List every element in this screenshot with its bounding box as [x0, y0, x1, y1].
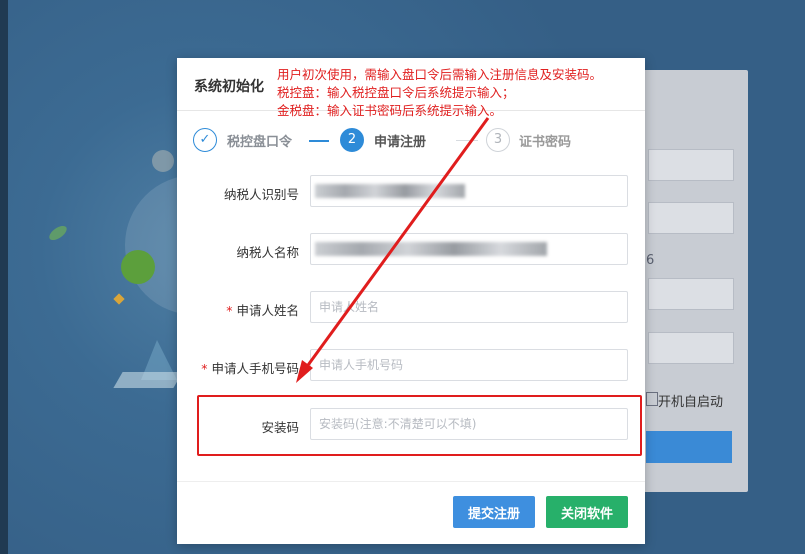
step-connector: [309, 140, 329, 142]
book-decoration: [113, 372, 183, 388]
step-indicator: ✓ 税控盘口令 2 申请注册 3 证书密码: [193, 128, 633, 158]
applicant-phone-input[interactable]: [310, 349, 628, 381]
applicant-name-label-text: 申请人姓名: [236, 303, 299, 318]
check-icon: ✓: [193, 128, 217, 152]
step-connector: [456, 140, 478, 141]
dialog-footer: 提交注册 关闭软件: [177, 481, 645, 545]
step-label-cert-password: 证书密码: [519, 135, 572, 150]
autostart-checkbox[interactable]: [646, 392, 658, 406]
background-text: 6: [646, 253, 655, 268]
system-init-dialog: 系统初始化 用户初次使用，需输入盘口令后需输入注册信息及安装码。 税控盘：输入税…: [177, 58, 645, 544]
background-input: [648, 278, 734, 310]
applicant-name-input[interactable]: [310, 291, 628, 323]
required-mark: *: [226, 303, 233, 318]
annotation-note: 用户初次使用，需输入盘口令后需输入注册信息及安装码。 税控盘：输入税控盘口令后系…: [277, 66, 602, 120]
background-input: [648, 332, 734, 364]
background-input: [648, 149, 734, 181]
annotation-highlight-box: [197, 395, 642, 456]
redacted-value: [315, 184, 465, 198]
window-edge: [0, 0, 8, 554]
submit-registration-button[interactable]: 提交注册: [453, 496, 535, 528]
money-bag-icon: [121, 250, 155, 284]
redacted-value: [315, 242, 547, 256]
step-number-2: 2: [340, 128, 364, 152]
annotation-line: 税控盘：输入税控盘口令后系统提示输入；: [277, 85, 515, 100]
step-number-3: 3: [486, 128, 510, 152]
close-software-button[interactable]: 关闭软件: [546, 496, 628, 528]
taxpayer-name-label: 纳税人名称: [236, 245, 299, 260]
dialog-title: 系统初始化: [194, 79, 264, 95]
taxpayer-name-row: 纳税人名称: [177, 233, 645, 267]
applicant-phone-label-text: 申请人手机号码: [211, 361, 299, 376]
coin-icon: [152, 150, 174, 172]
applicant-phone-row: * 申请人手机号码: [177, 349, 645, 383]
taxpayer-id-label: 纳税人识别号: [223, 187, 299, 202]
applicant-name-row: * 申请人姓名: [177, 291, 645, 325]
required-mark: *: [201, 361, 208, 376]
background-input: [648, 202, 734, 234]
annotation-line: 用户初次使用，需输入盘口令后需输入注册信息及安装码。: [277, 67, 603, 82]
applicant-phone-label: * 申请人手机号码: [201, 358, 299, 377]
autostart-label: 开机自启动: [658, 395, 724, 410]
applicant-name-label: * 申请人姓名: [226, 300, 299, 319]
taxpayer-id-row: 纳税人识别号: [177, 175, 645, 209]
step-label-tax-password: 税控盘口令: [227, 135, 293, 150]
background-login-button[interactable]: [646, 431, 732, 463]
annotation-line: 金税盘：输入证书密码后系统提示输入。: [277, 103, 503, 118]
step-label-register: 申请注册: [374, 135, 427, 150]
